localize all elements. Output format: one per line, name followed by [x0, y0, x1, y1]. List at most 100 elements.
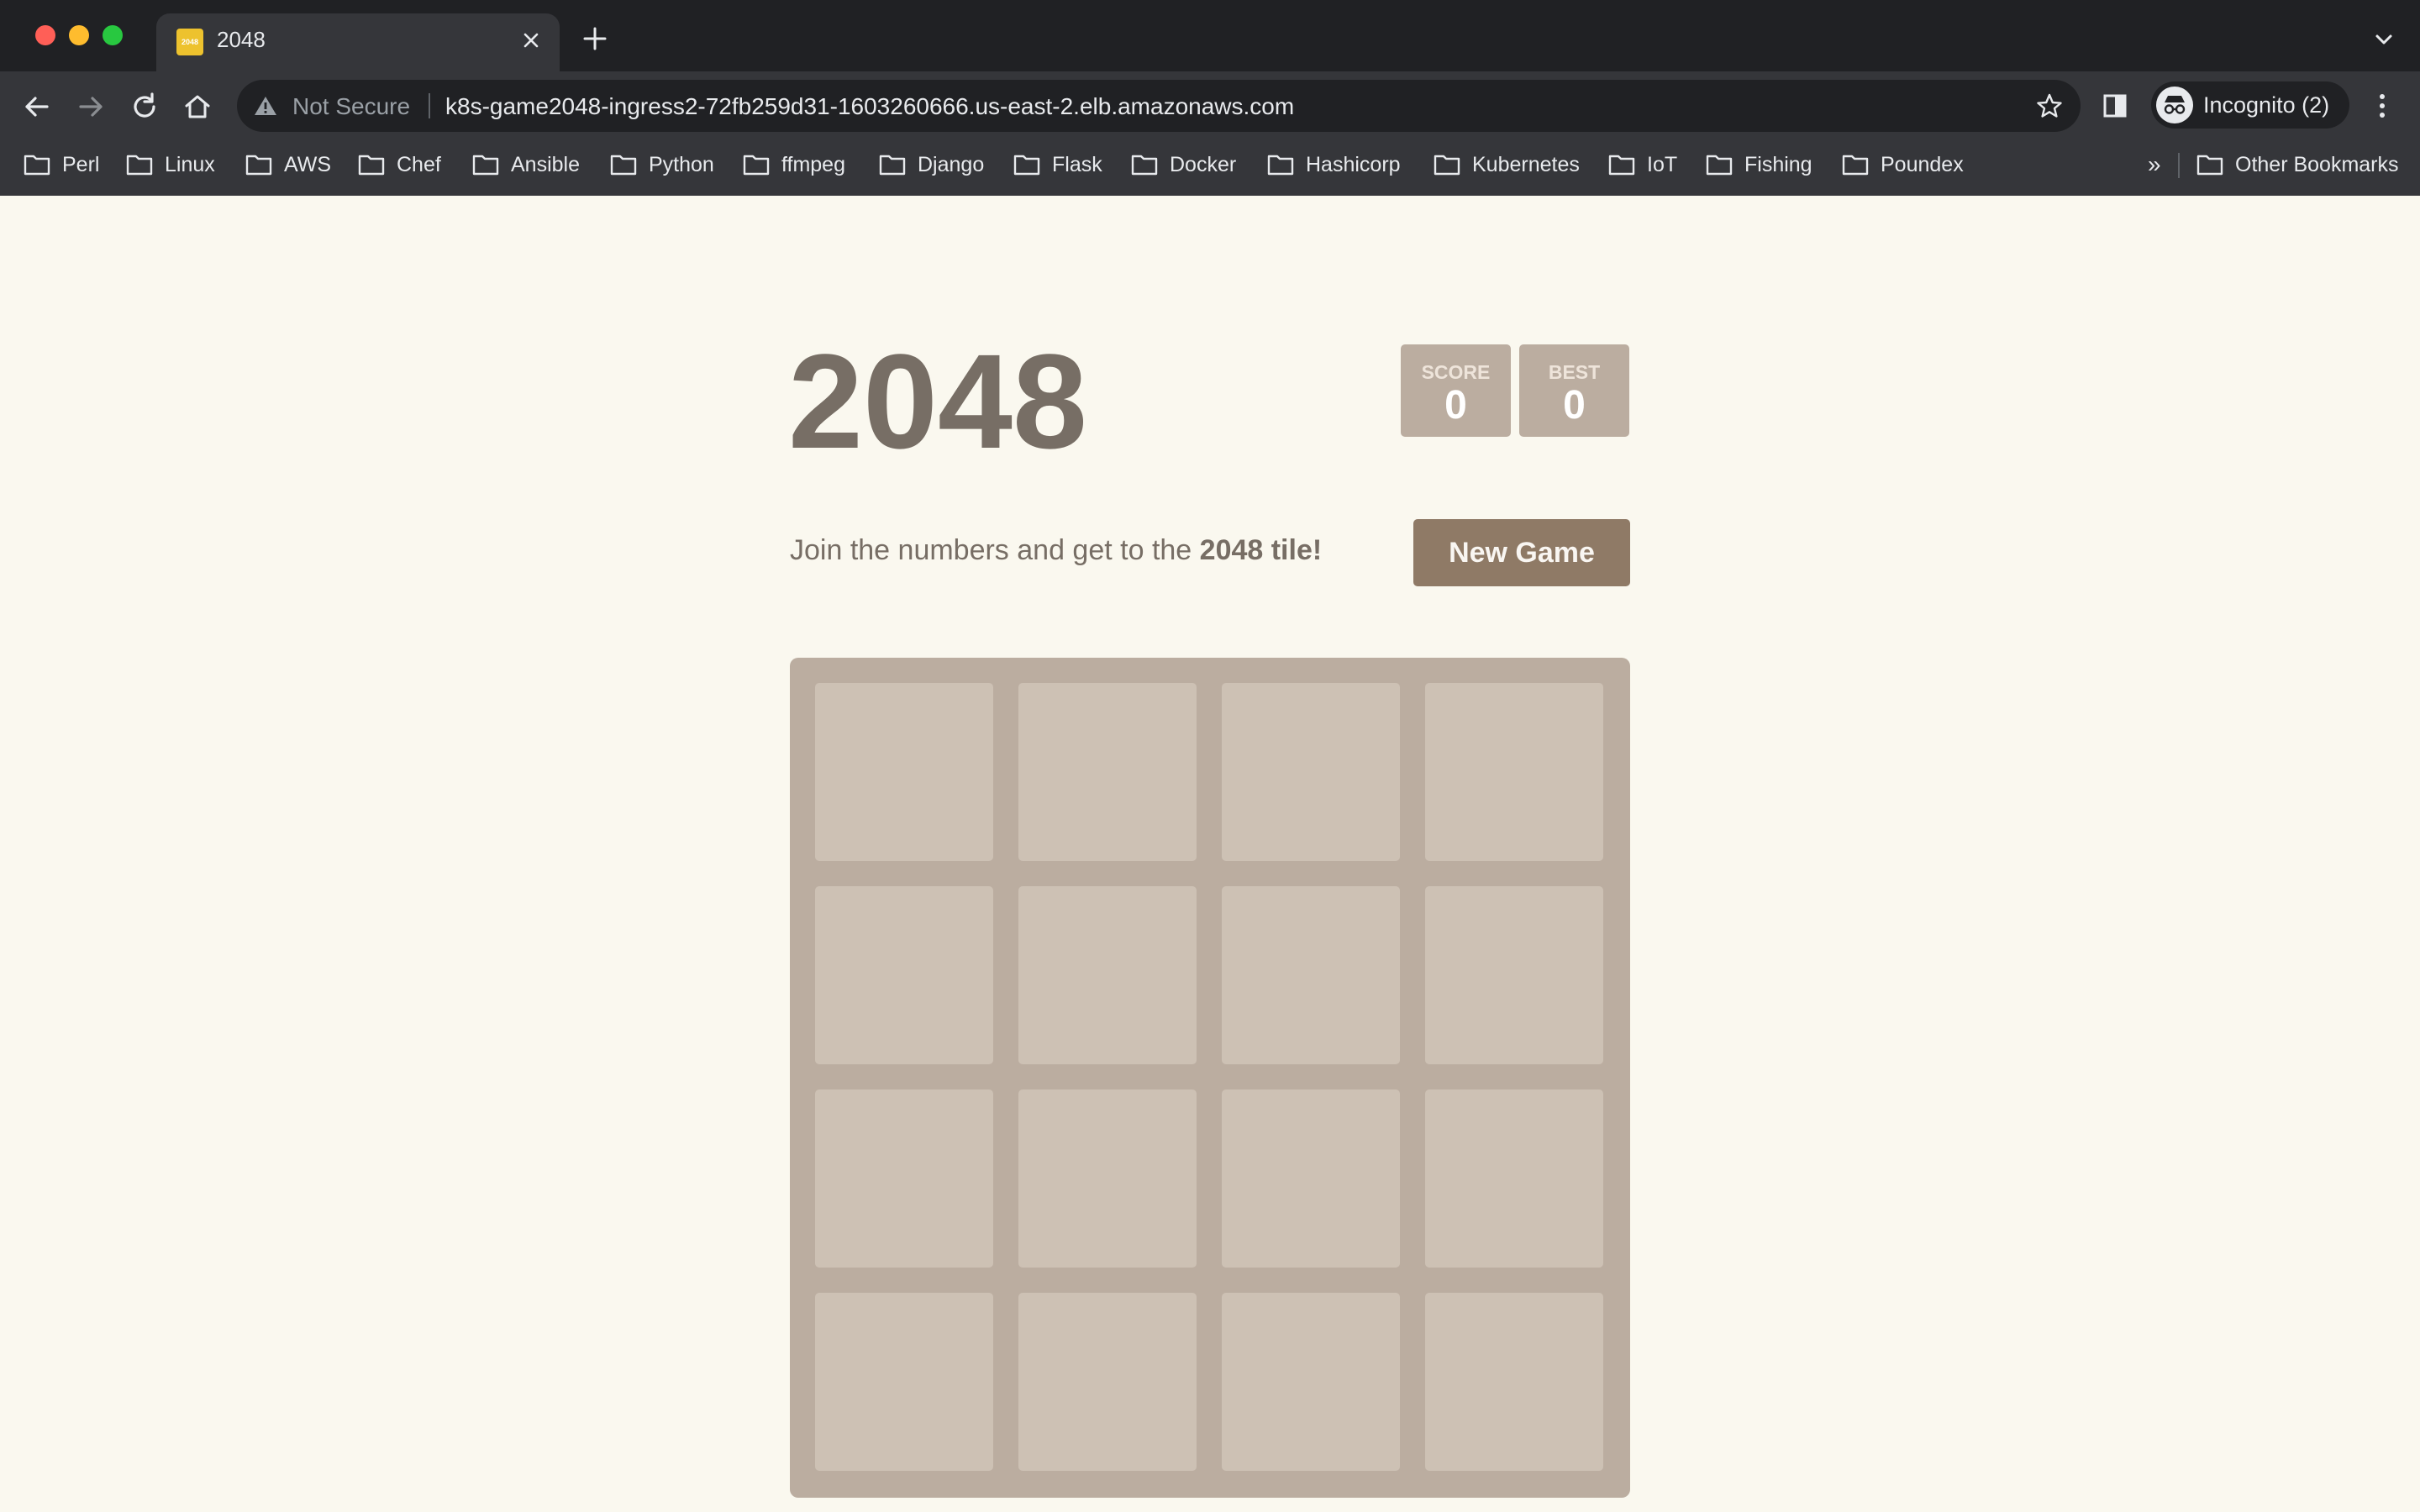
bookmark-folder[interactable]: Linux	[126, 148, 215, 181]
bookmark-folder[interactable]: Django	[879, 148, 984, 181]
score-box: SCORE 0	[1401, 344, 1511, 437]
minimize-window-button[interactable]	[69, 25, 89, 45]
home-icon[interactable]	[179, 88, 216, 125]
grid-cell	[1018, 886, 1197, 1064]
folder-icon	[610, 155, 637, 176]
bookmark-label: Chef	[397, 152, 441, 176]
security-label[interactable]: Not Secure	[292, 93, 410, 120]
bookmark-folder[interactable]: Kubernetes	[1434, 148, 1580, 181]
bookmark-folder[interactable]: ffmpeg	[743, 148, 845, 181]
bookmark-label: Python	[649, 152, 714, 176]
bookmark-folder[interactable]: Python	[610, 148, 714, 181]
other-bookmarks-folder[interactable]: Other Bookmarks	[2196, 148, 2399, 181]
grid-cell	[1425, 1089, 1603, 1268]
incognito-icon	[2156, 87, 2193, 123]
forward-icon[interactable]	[72, 88, 109, 125]
tab-active[interactable]: 2048 2048	[156, 13, 560, 71]
bookmark-label: Poundex	[1881, 152, 1964, 176]
divider	[429, 93, 430, 118]
folder-icon	[879, 155, 906, 176]
grid-cell	[815, 683, 993, 861]
score-value: 0	[1444, 383, 1467, 428]
folder-icon	[1131, 155, 1158, 176]
bookmark-folder[interactable]: Chef	[358, 148, 441, 181]
intro-goal: 2048 tile!	[1199, 534, 1323, 566]
other-bookmarks-label: Other Bookmarks	[2235, 152, 2399, 176]
grid-cell	[1222, 1293, 1400, 1471]
bookmark-label: Ansible	[511, 152, 580, 176]
bookmarks-overflow-button[interactable]: »	[2148, 151, 2161, 178]
close-icon[interactable]	[516, 25, 546, 55]
intro-text: Join the numbers and get to the	[790, 534, 1200, 566]
new-game-button[interactable]: New Game	[1413, 519, 1630, 586]
folder-icon	[1267, 155, 1294, 176]
bookmark-folder[interactable]: Hashicorp	[1267, 148, 1401, 181]
folder-icon	[1608, 155, 1635, 176]
tab-title: 2048	[217, 27, 266, 52]
incognito-label: Incognito (2)	[2203, 92, 2330, 118]
folder-icon	[472, 155, 499, 176]
chevron-down-icon[interactable]	[2371, 27, 2396, 52]
grid-cell	[1425, 683, 1603, 861]
url-text[interactable]: k8s-game2048-ingress2-72fb259d31-1603260…	[445, 93, 1294, 120]
star-icon[interactable]	[2035, 92, 2064, 120]
menu-icon[interactable]	[2370, 92, 2395, 120]
bookmark-label: IoT	[1647, 152, 1678, 176]
best-label: BEST	[1548, 361, 1601, 383]
grid-cell	[1425, 886, 1603, 1064]
best-score-box: BEST 0	[1519, 344, 1629, 437]
bookmark-label: Linux	[165, 152, 215, 176]
bookmark-folder[interactable]: Flask	[1013, 148, 1102, 181]
folder-icon	[1013, 155, 1040, 176]
bookmark-folder[interactable]: Docker	[1131, 148, 1236, 181]
folder-icon	[1434, 155, 1460, 176]
game-page: 2048 SCORE 0 BEST 0 Join the numbers and…	[0, 196, 2420, 1512]
bookmark-label: ffmpeg	[781, 152, 845, 176]
bookmarks-bar: Perl Linux AWS Chef Ansible Python ffmpe…	[0, 143, 2420, 185]
grid-cell	[1018, 1293, 1197, 1471]
address-bar[interactable]: Not Secure k8s-game2048-ingress2-72fb259…	[237, 80, 2081, 132]
folder-icon	[126, 155, 153, 176]
folder-icon	[24, 155, 50, 176]
back-icon[interactable]	[18, 88, 55, 125]
bookmark-folder[interactable]: Ansible	[472, 148, 580, 181]
bookmark-folder[interactable]: Fishing	[1706, 148, 1812, 181]
bookmark-label: Hashicorp	[1306, 152, 1401, 176]
folder-icon	[1706, 155, 1733, 176]
folder-icon	[358, 155, 385, 176]
game-title: 2048	[788, 326, 1087, 476]
bookmark-label: Perl	[62, 152, 100, 176]
best-value: 0	[1563, 383, 1586, 428]
grid-cell	[815, 1089, 993, 1268]
grid-cell	[1222, 683, 1400, 861]
grid-cell	[1018, 683, 1197, 861]
game-intro: Join the numbers and get to the 2048 til…	[790, 534, 1322, 567]
warning-icon[interactable]	[254, 95, 277, 117]
tab-strip: 2048 2048	[0, 0, 2420, 71]
bookmark-folder[interactable]: AWS	[245, 148, 331, 181]
bookmark-label: Flask	[1052, 152, 1102, 176]
incognito-profile-button[interactable]: Incognito (2)	[2151, 81, 2349, 129]
grid-cell	[1018, 1089, 1197, 1268]
bookmark-folder[interactable]: IoT	[1608, 148, 1677, 181]
grid-cell	[1222, 886, 1400, 1064]
close-window-button[interactable]	[35, 25, 55, 45]
grid-cell	[815, 886, 993, 1064]
side-panel-icon[interactable]	[2102, 93, 2128, 118]
bookmark-label: Fishing	[1744, 152, 1812, 176]
folder-icon	[743, 155, 770, 176]
plus-icon[interactable]	[580, 24, 610, 54]
bookmark-label: Django	[918, 152, 985, 176]
reload-icon[interactable]	[126, 88, 163, 125]
bookmark-folder[interactable]: Perl	[24, 148, 99, 181]
folder-icon	[2196, 155, 2223, 176]
bookmark-label: Kubernetes	[1472, 152, 1580, 176]
bookmark-folder[interactable]: Poundex	[1842, 148, 1964, 181]
folder-icon	[245, 155, 272, 176]
zoom-window-button[interactable]	[103, 25, 123, 45]
game-board[interactable]	[790, 658, 1630, 1498]
grid-cell	[815, 1293, 993, 1471]
bookmark-label: Docker	[1170, 152, 1237, 176]
toolbar: Not Secure k8s-game2048-ingress2-72fb259…	[0, 71, 2420, 139]
browser-chrome: 2048 2048 Not Secure k8s-game2048-ingres…	[0, 0, 2420, 196]
